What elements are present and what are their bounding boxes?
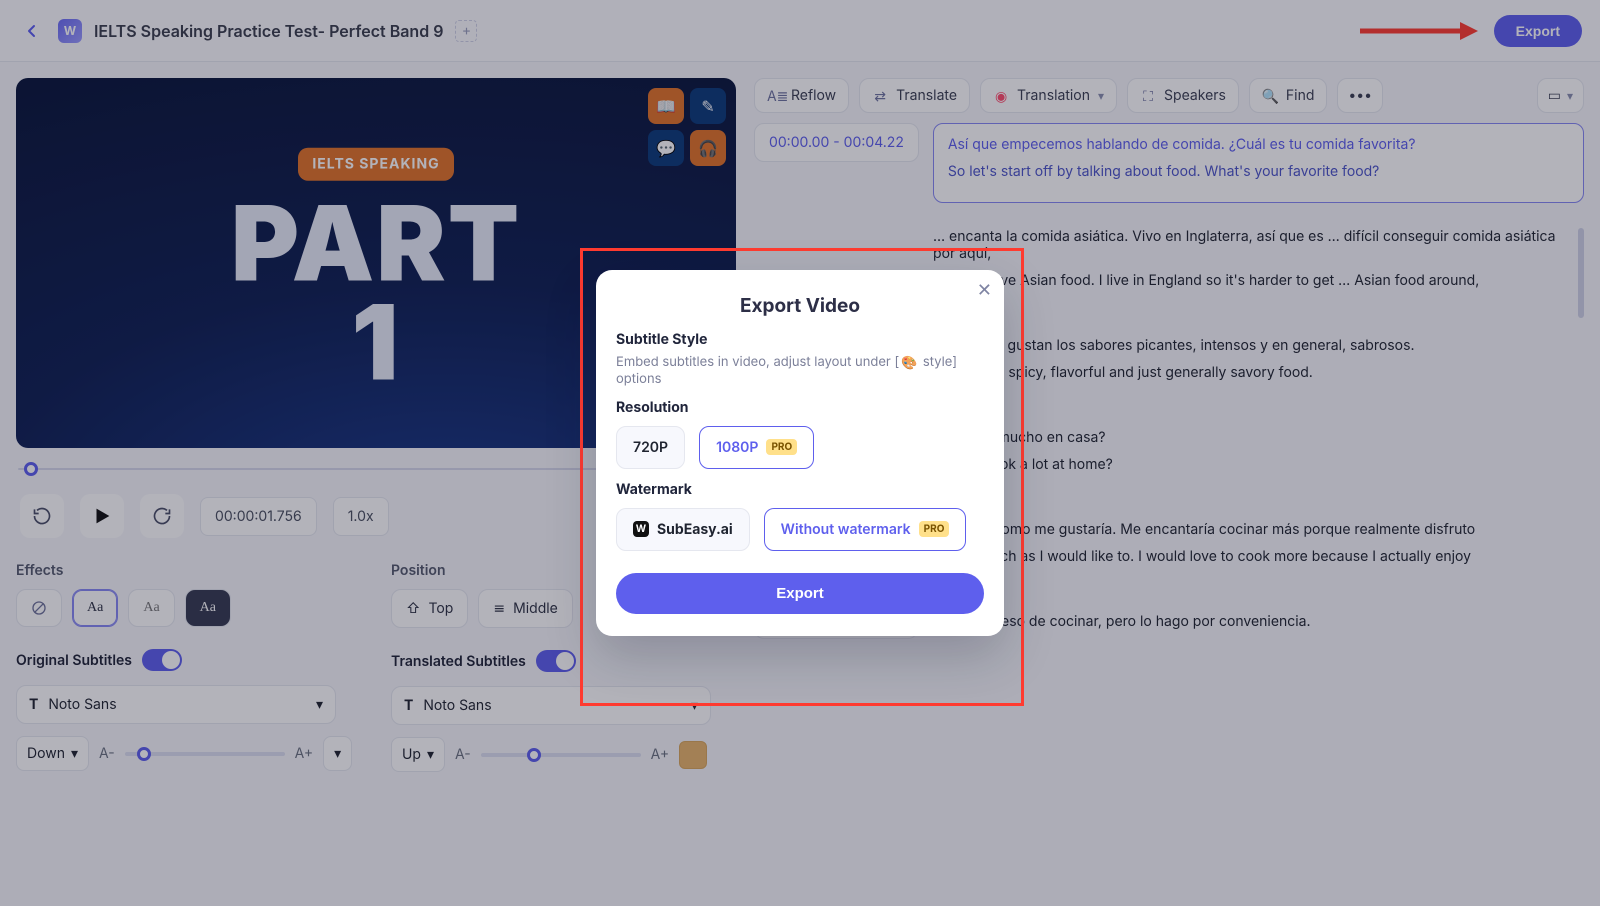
close-icon[interactable]: ✕ [977,280,992,301]
subtitle-style-sub: Embed subtitles in video, adjust layout … [616,354,984,386]
modal-export-button[interactable]: Export [616,573,984,614]
watermark-title: Watermark [616,481,984,498]
export-modal: ✕ Export Video Subtitle Style Embed subt… [596,270,1004,635]
watermark-none[interactable]: Without watermarkPRO [764,508,967,551]
style-emoji-icon: 🎨 [901,355,917,371]
modal-overlay[interactable]: ✕ Export Video Subtitle Style Embed subt… [0,0,1600,906]
brand-logo-icon: W [633,521,649,537]
watermark-brand[interactable]: WSubEasy.ai [616,508,750,551]
pro-badge: PRO [919,521,950,537]
res-720[interactable]: 720P [616,426,685,469]
modal-title: Export Video [616,294,984,317]
pro-badge: PRO [766,439,797,455]
resolution-title: Resolution [616,399,984,416]
res-1080[interactable]: 1080PPRO [699,426,814,469]
subtitle-style-title: Subtitle Style [616,331,984,348]
